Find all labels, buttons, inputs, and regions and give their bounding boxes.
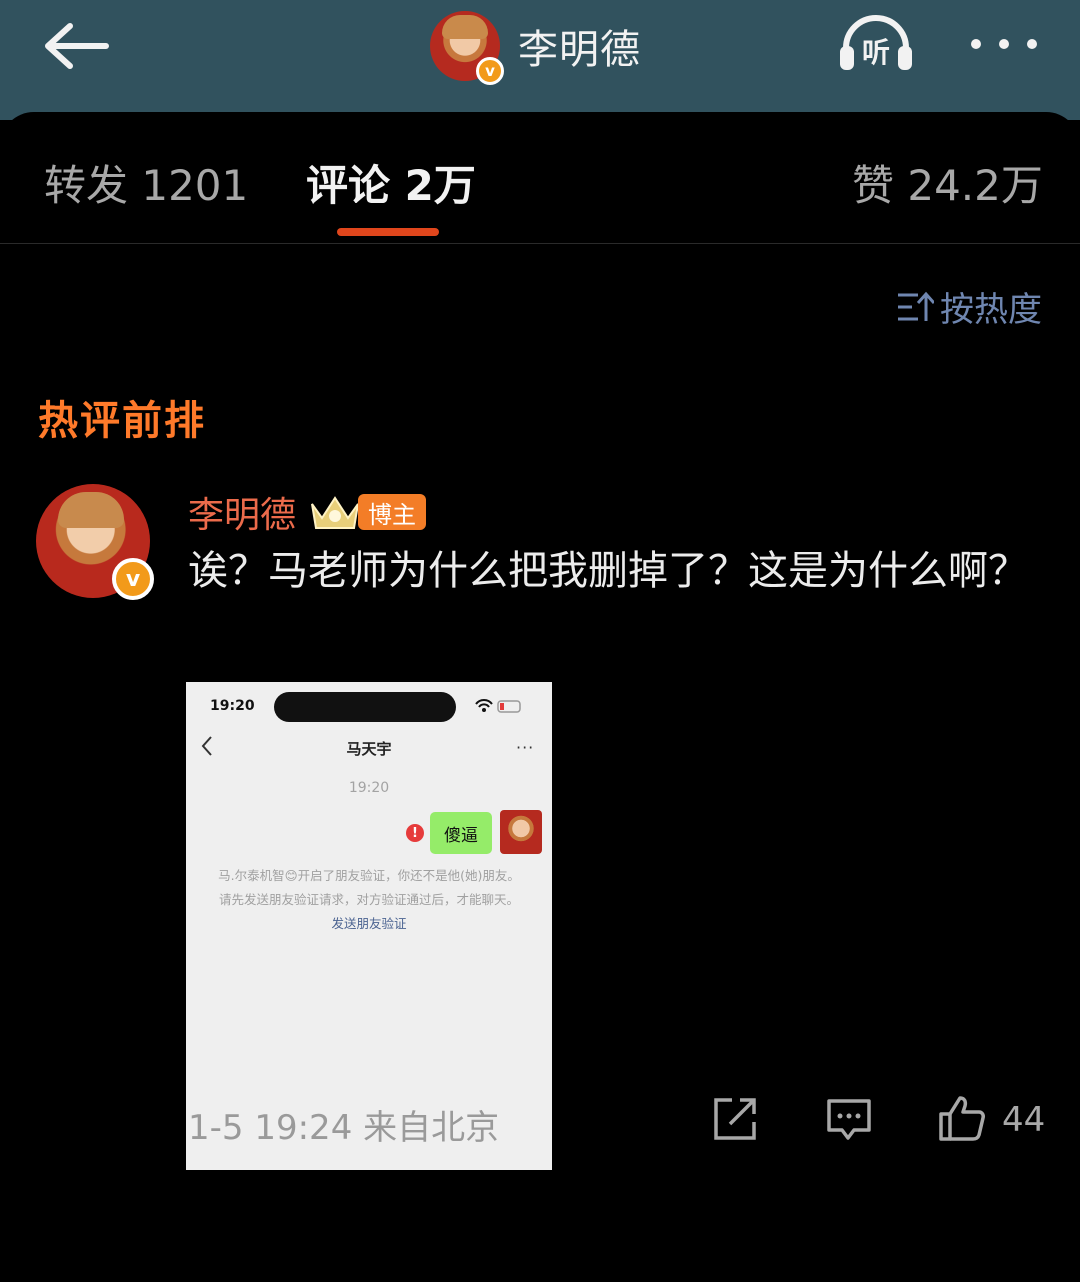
sort-icon [898, 291, 934, 321]
listen-label: 听 [862, 36, 890, 69]
comment-author[interactable]: 李明德 [188, 486, 296, 538]
image-timestamp: 19:20 [348, 780, 390, 796]
wifi-battery-icon [475, 699, 521, 713]
tab-reposts[interactable]: 转发 1201 [44, 152, 248, 213]
top-bar: v 李明德 听 [0, 0, 1080, 120]
image-system-notice: 马.尔泰机智😊开启了朋友验证，你还不是他(她)朋友。请先发送朋友验证请求，对方验… [216, 864, 522, 936]
comment-icon[interactable] [826, 1098, 872, 1142]
header-avatar[interactable]: v [430, 11, 504, 85]
comment-verified-badge: v [112, 558, 154, 600]
image-more-icon: ··· [516, 738, 535, 757]
image-dynamic-island [274, 692, 456, 722]
image-status-time: 19:20 [210, 698, 255, 714]
image-notice-link: 发送朋友验证 [331, 916, 407, 931]
sort-button[interactable]: 按热度 [896, 282, 1042, 331]
crown-icon [311, 496, 360, 529]
sort-label: 按热度 [940, 290, 1042, 330]
comment-date-location: 1-5 19:24 来自北京 [188, 1108, 500, 1148]
like-count: 44 [1002, 1100, 1046, 1140]
section-title: 热评前排 [38, 398, 206, 444]
header-title-group[interactable]: v 李明德 [430, 8, 641, 85]
comment-text: 诶？马老师为什么把我删掉了？这是为什么啊？ [188, 548, 1028, 594]
comment-image[interactable]: 19:20 马天宇 ··· 19:20 ! 傻逼 马.尔泰机智😊开启了朋友验证，… [186, 682, 552, 1170]
tab-comments[interactable]: 评论 2万 [306, 152, 476, 213]
headphones-icon[interactable]: 听 [838, 14, 914, 72]
image-chat-title: 马天宇 [346, 740, 392, 758]
host-badge: 博主 [358, 494, 427, 530]
image-sender-avatar [500, 810, 542, 854]
comment-author-row: 李明德 博主 [188, 486, 427, 538]
like-icon[interactable] [938, 1094, 986, 1142]
tab-bar: 转发 1201 评论 2万 赞 24.2万 [0, 112, 1080, 244]
active-tab-indicator [337, 228, 439, 236]
more-dots-icon[interactable] [968, 34, 1040, 54]
verified-badge: v [476, 57, 504, 85]
header-title: 李明德 [518, 27, 641, 73]
share-icon[interactable] [712, 1096, 758, 1142]
image-message-bubble: 傻逼 [430, 812, 492, 854]
comment-avatar[interactable]: v [36, 484, 154, 600]
image-notice-text: 马.尔泰机智😊开启了朋友验证，你还不是他(她)朋友。请先发送朋友验证请求，对方验… [218, 868, 520, 907]
comments-panel: 转发 1201 评论 2万 赞 24.2万 按热度 热评前排 v 李明德 博主 … [0, 112, 1080, 1282]
back-arrow-icon[interactable] [42, 20, 112, 72]
image-warning-icon: ! [406, 824, 424, 842]
tab-likes[interactable]: 赞 24.2万 [852, 152, 1043, 213]
